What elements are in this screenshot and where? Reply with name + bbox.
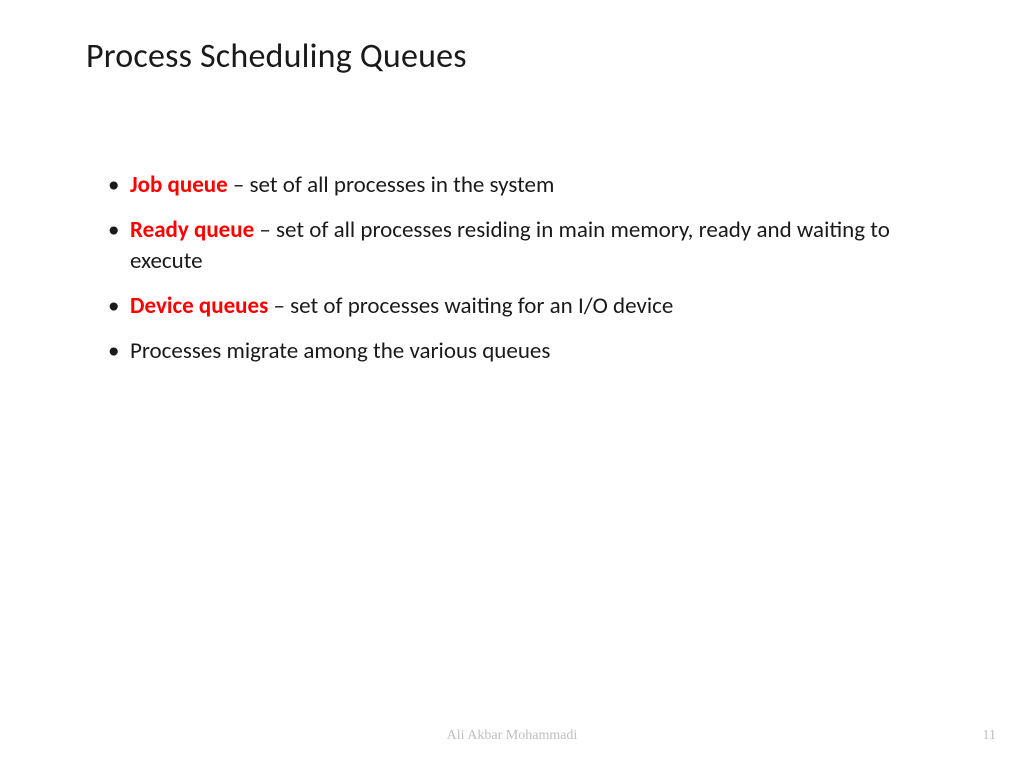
term-description: Processes migrate among the various queu…	[130, 337, 550, 365]
list-item: Job queue – set of all processes in the …	[108, 170, 904, 201]
list-item: Device queues – set of processes waiting…	[108, 291, 904, 322]
slide-title: Process Scheduling Queues	[86, 36, 467, 77]
term-highlight: Ready queue	[130, 216, 259, 244]
list-item: Ready queue – set of all processes resid…	[108, 215, 904, 277]
term-description: – set of all processes in the system	[233, 171, 554, 199]
term-highlight: Job queue	[130, 171, 233, 199]
term-description: – set of processes waiting for an I/O de…	[273, 292, 673, 320]
list-item: Processes migrate among the various queu…	[108, 336, 904, 367]
footer-page-number: 11	[983, 728, 996, 744]
term-highlight: Device queues	[130, 292, 273, 320]
footer-author: Ali Akbar Mohammadi	[0, 728, 1024, 744]
bullet-list: Job queue – set of all processes in the …	[108, 170, 904, 381]
